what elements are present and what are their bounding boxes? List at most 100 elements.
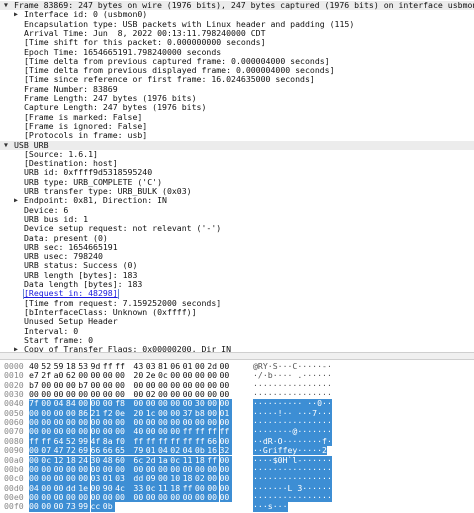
hex-byte[interactable]: 00 bbox=[41, 501, 54, 512]
tree-row[interactable]: Interval: 0 bbox=[0, 327, 474, 336]
tree-row[interactable]: [Time delta from previous captured frame… bbox=[0, 57, 474, 66]
tree-row[interactable]: URB length [bytes]: 183 bbox=[0, 271, 474, 280]
tree-row[interactable]: URB status: Success (0) bbox=[0, 261, 474, 270]
hex-byte[interactable]: 00 bbox=[158, 492, 171, 503]
tree-row[interactable]: [Time from request: 7.159252000 seconds] bbox=[0, 299, 474, 308]
tree-row[interactable]: Device: 6 bbox=[0, 206, 474, 215]
hex-byte[interactable]: 73 bbox=[65, 501, 79, 512]
tree-row[interactable]: [Time shift for this packet: 0.000000000… bbox=[0, 38, 474, 47]
tree-row-label: URB id: 0xffff9d5318595240 bbox=[24, 168, 153, 178]
request-in-link[interactable]: [Request in: 48298] bbox=[23, 289, 119, 299]
tree-row[interactable]: [Time delta from previous displayed fram… bbox=[0, 66, 474, 75]
tree-row[interactable]: [Request in: 48298] bbox=[0, 289, 474, 299]
expand-right-icon[interactable]: ▶ bbox=[12, 10, 20, 19]
tree-row-label: [Source: 1.6.1] bbox=[24, 149, 98, 159]
tree-row[interactable]: ▶ Endpoint: 0x81, Direction: IN bbox=[0, 196, 474, 205]
hex-byte[interactable]: 0b bbox=[102, 501, 116, 512]
tree-row[interactable]: ▼ Frame 83869: 247 bytes on wire (1976 bi… bbox=[0, 1, 474, 11]
tree-row[interactable]: [Protocols in frame: usb] bbox=[0, 131, 474, 140]
tree-row[interactable]: Unused Setup Header bbox=[0, 317, 474, 326]
tree-row-label: [Protocols in frame: usb] bbox=[24, 131, 148, 141]
tree-row-label: URB length [bytes]: 183 bbox=[24, 270, 138, 280]
tree-row[interactable]: Epoch Time: 1654665191.798240000 seconds bbox=[0, 48, 474, 57]
tree-row[interactable]: ▶ Copy of Transfer Flags: 0x00000200, Dir… bbox=[0, 345, 474, 352]
tree-row-label: URB sec: 1654665191 bbox=[24, 242, 118, 252]
tree-row-label: Data length [bytes]: 183 bbox=[24, 280, 143, 289]
tree-row[interactable]: Start frame: 0 bbox=[0, 336, 474, 345]
tree-row-label: URB type: URB_COMPLETE ('C') bbox=[24, 177, 163, 187]
tree-row-label: Frame Length: 247 bytes (1976 bits) bbox=[24, 94, 197, 103]
tree-row-label: Data: present (0) bbox=[24, 233, 108, 243]
tree-row-label: Copy of Transfer Flags: 0x00000200, Dir … bbox=[24, 345, 232, 352]
packet-details-tree[interactable]: ▼ Frame 83869: 247 bytes on wire (1976 bi… bbox=[0, 0, 474, 352]
tree-row[interactable]: [Time since reference or first frame: 16… bbox=[0, 75, 474, 84]
tree-row[interactable]: [Frame is ignored: False] bbox=[0, 122, 474, 131]
hex-byte[interactable]: 00 bbox=[133, 492, 146, 503]
expand-right-icon[interactable]: ▶ bbox=[12, 345, 20, 352]
tree-row[interactable]: URB id: 0xffff9d5318595240 bbox=[0, 168, 474, 177]
hex-ascii[interactable]: ···s··· bbox=[253, 501, 288, 512]
tree-row[interactable]: URB transfer type: URB_BULK (0x03) bbox=[0, 187, 474, 196]
tree-row[interactable]: URB sec: 1654665191 bbox=[0, 243, 474, 252]
hex-byte[interactable]: 99 bbox=[78, 501, 91, 512]
tree-row-label: Unused Setup Header bbox=[24, 317, 118, 327]
tree-row[interactable]: Frame Number: 83869 bbox=[0, 85, 474, 94]
hex-byte[interactable]: 00 bbox=[194, 492, 208, 503]
hex-offset: 00f0 bbox=[4, 501, 24, 512]
hex-byte[interactable]: 00 bbox=[219, 492, 232, 503]
hex-byte[interactable]: 00 bbox=[29, 501, 42, 512]
hex-byte[interactable]: 00 bbox=[145, 492, 158, 503]
tree-row[interactable]: Arrival Time: Jun 8, 2022 00:13:11.79824… bbox=[0, 29, 474, 38]
tree-row-label: Capture Length: 247 bytes (1976 bits) bbox=[24, 103, 207, 113]
tree-row-label: Arrival Time: Jun 8, 2022 00:13:11.79824… bbox=[24, 28, 266, 38]
tree-row[interactable]: Data: present (0) bbox=[0, 234, 474, 243]
hex-row[interactable]: 00f0 00 00 00 73 99 cc 0b ···s··· bbox=[0, 501, 474, 512]
tree-row-label: [Time delta from previous captured frame… bbox=[24, 56, 330, 66]
tree-row-label: Epoch Time: 1654665191.798240000 seconds bbox=[24, 47, 222, 57]
tree-row-label: [Frame is marked: False] bbox=[24, 112, 143, 122]
tree-row[interactable]: [Destination: host] bbox=[0, 159, 474, 168]
hex-byte[interactable]: 00 bbox=[53, 501, 66, 512]
tree-row-label: [Time delta from previous displayed fram… bbox=[24, 66, 335, 76]
hex-byte[interactable]: cc bbox=[90, 501, 103, 512]
tree-row-label: Encapsulation type: USB packets with Lin… bbox=[24, 19, 355, 29]
tree-row[interactable]: URB type: URB_COMPLETE ('C') bbox=[0, 178, 474, 187]
hex-byte[interactable]: 00 bbox=[170, 492, 183, 503]
tree-row-label: Endpoint: 0x81, Direction: IN bbox=[24, 196, 167, 206]
tree-row-label: Device: 6 bbox=[24, 205, 69, 215]
tree-row[interactable]: Encapsulation type: USB packets with Lin… bbox=[0, 20, 474, 29]
tree-row[interactable]: URB bus id: 1 bbox=[0, 215, 474, 224]
tree-row[interactable]: [Source: 1.6.1] bbox=[0, 150, 474, 159]
tree-row[interactable]: Frame Length: 247 bytes (1976 bits) bbox=[0, 94, 474, 103]
tree-row-label: [Time since reference or first frame: 16… bbox=[24, 75, 315, 85]
tree-row-label: Start frame: 0 bbox=[24, 335, 94, 345]
tree-row[interactable]: Capture Length: 247 bytes (1976 bits) bbox=[0, 103, 474, 112]
expand-down-icon[interactable]: ▼ bbox=[2, 1, 10, 10]
tree-row-label: Device setup request: not relevant ('-') bbox=[24, 224, 222, 234]
tree-row[interactable]: Device setup request: not relevant ('-') bbox=[0, 224, 474, 233]
tree-row[interactable]: ▼ USB URB bbox=[0, 140, 474, 150]
tree-row-label: [Time from request: 7.159252000 seconds] bbox=[24, 298, 222, 308]
tree-row-label: Interval: 0 bbox=[24, 326, 79, 336]
packet-bytes-pane[interactable]: 0000 40 52 59 18 53 9d ff ff 43 03 81 06 01 00 2d 00 @RY·… bbox=[0, 360, 474, 513]
expand-right-icon[interactable]: ▶ bbox=[12, 196, 20, 205]
pane-splitter[interactable] bbox=[0, 352, 474, 360]
tree-row-label: [Destination: host] bbox=[24, 159, 118, 169]
tree-row-label: [Time shift for this packet: 0.000000000… bbox=[24, 38, 266, 48]
tree-row-label: URB status: Success (0) bbox=[24, 261, 138, 271]
tree-row[interactable]: [bInterfaceClass: Unknown (0xffff)] bbox=[0, 308, 474, 317]
tree-row-label: Frame 83869: 247 bytes on wire (1976 bit… bbox=[14, 1, 474, 10]
hex-byte[interactable]: 00 bbox=[182, 492, 195, 503]
tree-row[interactable]: ▶ Interface id: 0 (usbmon0) bbox=[0, 10, 474, 19]
tree-row-label: [bInterfaceClass: Unknown (0xffff)] bbox=[24, 307, 197, 317]
tree-row[interactable]: URB usec: 798240 bbox=[0, 252, 474, 261]
tree-row[interactable]: [Frame is marked: False] bbox=[0, 113, 474, 122]
tree-row[interactable]: Data length [bytes]: 183 bbox=[0, 280, 474, 289]
tree-row-label: [Frame is ignored: False] bbox=[24, 121, 148, 131]
hex-byte[interactable]: 00 bbox=[207, 492, 220, 503]
tree-row-label: Interface id: 0 (usbmon0) bbox=[24, 10, 148, 20]
tree-row-label: URB usec: 798240 bbox=[24, 252, 103, 262]
expand-down-icon[interactable]: ▼ bbox=[2, 141, 10, 150]
tree-row-label: URB transfer type: URB_BULK (0x03) bbox=[24, 187, 192, 196]
hex-byte[interactable]: 00 bbox=[115, 492, 134, 503]
